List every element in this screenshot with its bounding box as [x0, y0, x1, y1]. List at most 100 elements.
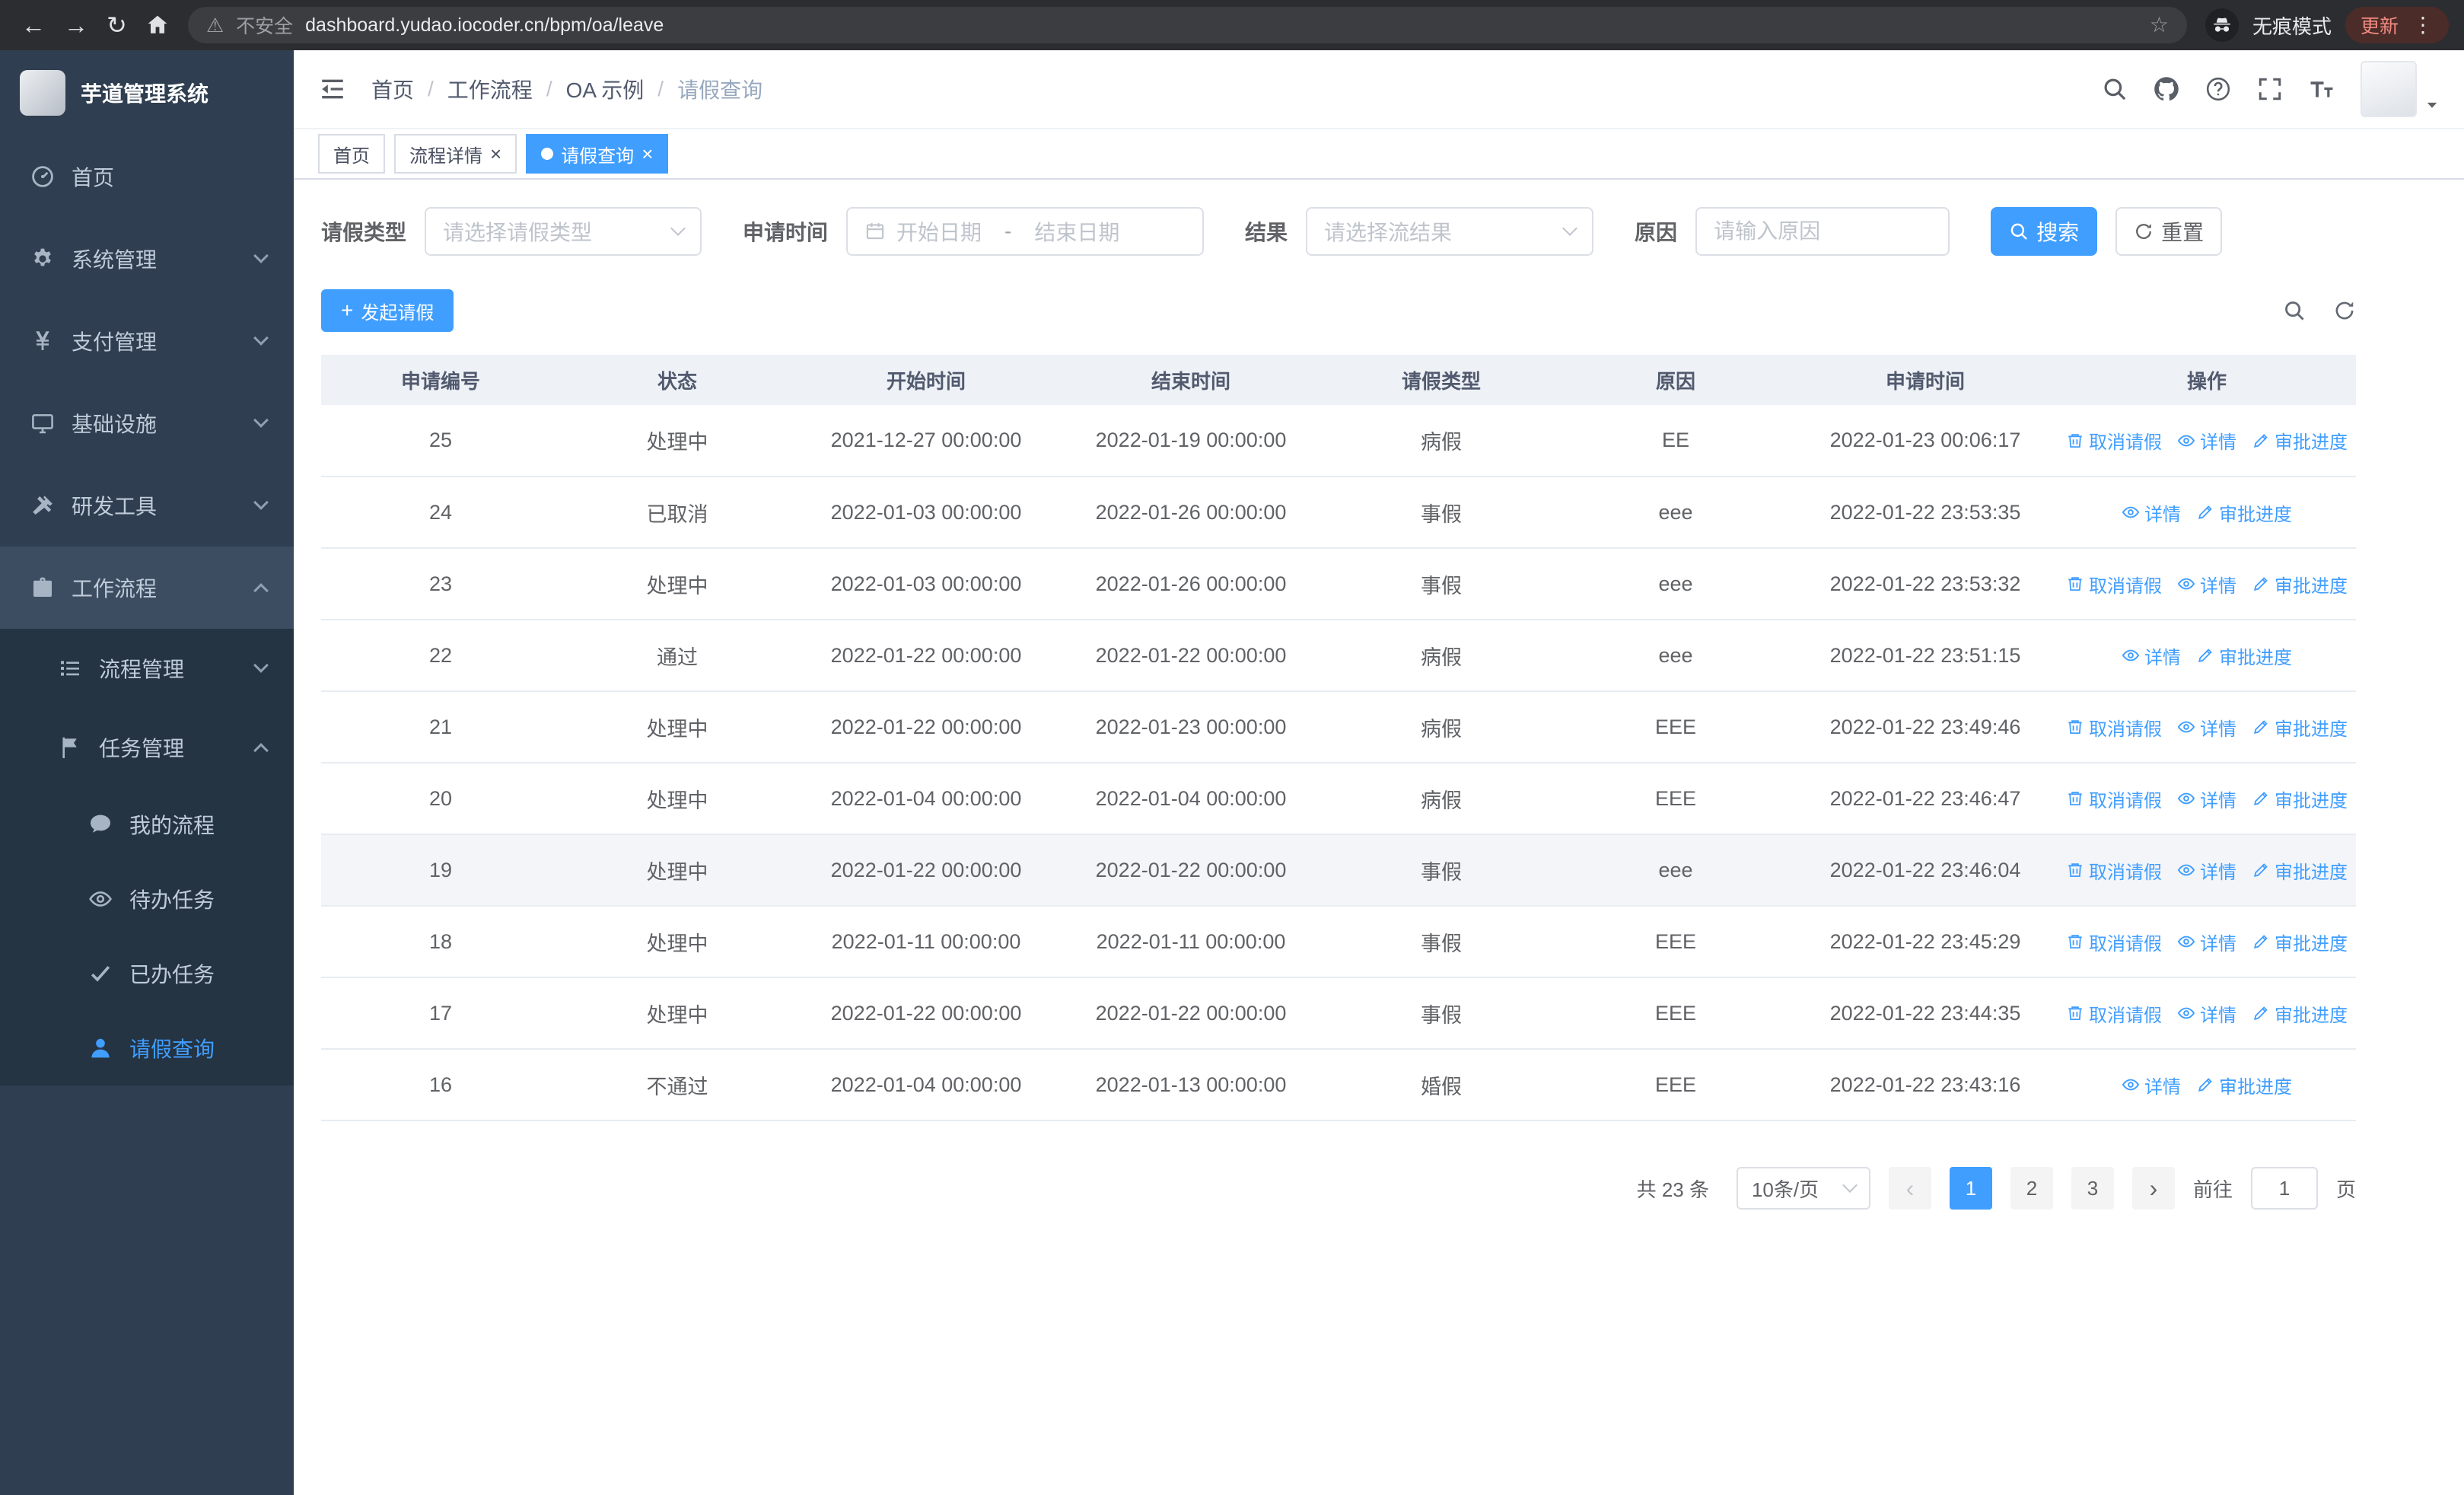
github-icon[interactable] [2154, 76, 2179, 102]
apply-time-range-picker[interactable]: 开始日期 - 结束日期 [846, 207, 1205, 256]
sidebar-item-payment-management[interactable]: 支付管理 [0, 300, 294, 382]
cell-id: 23 [321, 548, 560, 620]
toggle-search-icon[interactable] [2283, 299, 2306, 322]
action-approval-progress[interactable]: 审批进度 [2252, 427, 2348, 454]
action-cancel-leave[interactable]: 取消请假 [2066, 427, 2162, 454]
action-cancel-leave[interactable]: 取消请假 [2066, 786, 2162, 812]
action-approval-progress[interactable]: 审批进度 [2196, 499, 2292, 526]
trash-icon [2066, 861, 2084, 879]
action-detail[interactable]: 详情 [2177, 714, 2236, 741]
action-detail[interactable]: 详情 [2177, 1000, 2236, 1027]
cell-end: 2022-01-19 00:00:00 [1058, 405, 1324, 477]
sidebar-item-label: 系统管理 [72, 248, 158, 272]
next-page-button[interactable]: › [2131, 1167, 2175, 1210]
close-icon[interactable]: × [641, 144, 653, 164]
fullscreen-icon[interactable] [2257, 76, 2283, 102]
cell-actions: 取消请假 详情 审批进度 [2058, 763, 2356, 835]
sidebar-item-label: 基础设施 [72, 413, 158, 436]
help-icon[interactable] [2205, 76, 2231, 102]
sidebar-item-devtools[interactable]: 研发工具 [0, 464, 294, 547]
user-menu[interactable] [2361, 61, 2440, 117]
breadcrumb-item[interactable]: 工作流程 [447, 74, 533, 104]
eye-icon [2177, 575, 2195, 593]
action-approval-progress[interactable]: 审批进度 [2252, 786, 2348, 812]
url-bar[interactable]: ⚠ 不安全 dashboard.yudao.iocoder.cn/bpm/oa/… [187, 7, 2187, 43]
sidebar-item-task-management[interactable]: 任务管理 [0, 708, 294, 787]
action-approval-progress[interactable]: 审批进度 [2196, 1072, 2292, 1098]
sidebar-item-leave-query[interactable]: 请假查询 [0, 1011, 294, 1085]
action-approval-progress[interactable]: 审批进度 [2196, 642, 2292, 669]
action-detail[interactable]: 详情 [2122, 1072, 2181, 1098]
search-button[interactable]: 搜索 [1991, 207, 2098, 256]
reset-button[interactable]: 重置 [2115, 207, 2223, 256]
browser-menu-icon[interactable]: ⋮ [2412, 14, 2434, 36]
action-detail[interactable]: 详情 [2177, 786, 2236, 812]
tab-label: 首页 [333, 145, 370, 167]
column-header: 开始时间 [794, 355, 1058, 405]
action-cancel-leave[interactable]: 取消请假 [2066, 857, 2162, 884]
tab-home[interactable]: 首页 [318, 134, 385, 174]
tab-leave-query[interactable]: 请假查询 × [526, 134, 669, 174]
action-approval-progress[interactable]: 审批进度 [2252, 571, 2348, 598]
breadcrumb: 首页 / 工作流程 / OA 示例 / 请假查询 [371, 74, 762, 104]
page-button-1[interactable]: 1 [1949, 1167, 1992, 1210]
create-leave-button[interactable]: + 发起请假 [321, 289, 454, 332]
browser-forward-icon[interactable]: → [64, 13, 88, 37]
page-button-2[interactable]: 2 [2010, 1167, 2053, 1210]
tab-process-detail[interactable]: 流程详情 × [394, 134, 517, 174]
leave-type-select[interactable]: 请选择请假类型 [425, 207, 702, 256]
action-detail[interactable]: 详情 [2177, 929, 2236, 955]
browser-back-icon[interactable]: ← [21, 13, 46, 37]
row-actions: 取消请假 详情 审批进度 [2058, 571, 2356, 598]
sidebar-item-process-management[interactable]: 流程管理 [0, 629, 294, 708]
action-cancel-leave[interactable]: 取消请假 [2066, 571, 2162, 598]
sidebar-toggle-icon[interactable] [318, 75, 347, 104]
close-icon[interactable]: × [490, 144, 501, 164]
eye-icon [2122, 1076, 2140, 1094]
update-button[interactable]: 更新 ⋮ [2345, 7, 2449, 43]
page-size-select[interactable]: 10条/页 [1736, 1167, 1870, 1210]
action-label: 取消请假 [2089, 575, 2162, 597]
header-search-icon[interactable] [2102, 76, 2128, 102]
goto-page-input[interactable] [2250, 1167, 2318, 1210]
cell-type: 事假 [1324, 977, 1558, 1050]
action-detail[interactable]: 详情 [2122, 499, 2181, 526]
action-detail[interactable]: 详情 [2177, 571, 2236, 598]
sidebar-item-infrastructure[interactable]: 基础设施 [0, 382, 294, 464]
breadcrumb-item[interactable]: OA 示例 [566, 74, 645, 104]
reason-input[interactable] [1695, 207, 1950, 256]
sidebar-item-home[interactable]: 首页 [0, 135, 294, 218]
prev-page-button[interactable]: ‹ [1888, 1167, 1931, 1210]
refresh-table-icon[interactable] [2333, 299, 2356, 322]
font-size-icon[interactable] [2309, 76, 2335, 102]
eye-icon [2177, 932, 2195, 951]
action-approval-progress[interactable]: 审批进度 [2252, 929, 2348, 955]
avatar[interactable] [2361, 61, 2417, 117]
action-cancel-leave[interactable]: 取消请假 [2066, 714, 2162, 741]
action-approval-progress[interactable]: 审批进度 [2252, 857, 2348, 884]
browser-reload-icon[interactable]: ↻ [107, 13, 127, 37]
action-cancel-leave[interactable]: 取消请假 [2066, 929, 2162, 955]
action-detail[interactable]: 详情 [2177, 857, 2236, 884]
sidebar-item-system-management[interactable]: 系统管理 [0, 218, 294, 300]
sidebar-item-todo-tasks[interactable]: 待办任务 [0, 862, 294, 936]
breadcrumb-item[interactable]: 首页 [371, 74, 414, 104]
sidebar-item-label: 已办任务 [129, 963, 215, 987]
action-detail[interactable]: 详情 [2177, 427, 2236, 454]
security-warning-icon[interactable]: ⚠ [206, 15, 224, 35]
result-select[interactable]: 请选择流结果 [1306, 207, 1594, 256]
browser-home-icon[interactable] [145, 13, 170, 37]
edit-icon [2196, 646, 2214, 665]
action-approval-progress[interactable]: 审批进度 [2252, 714, 2348, 741]
eye-icon [2177, 789, 2195, 808]
bookmark-star-icon[interactable]: ☆ [2150, 14, 2169, 36]
sidebar-item-done-tasks[interactable]: 已办任务 [0, 936, 294, 1011]
action-cancel-leave[interactable]: 取消请假 [2066, 1000, 2162, 1027]
page-button-3[interactable]: 3 [2071, 1167, 2114, 1210]
gear-icon [30, 247, 55, 271]
sidebar-item-workflow[interactable]: 工作流程 [0, 547, 294, 629]
sidebar-item-my-processes[interactable]: 我的流程 [0, 787, 294, 862]
process-icon [58, 656, 82, 681]
action-detail[interactable]: 详情 [2122, 642, 2181, 669]
action-approval-progress[interactable]: 审批进度 [2252, 1000, 2348, 1027]
